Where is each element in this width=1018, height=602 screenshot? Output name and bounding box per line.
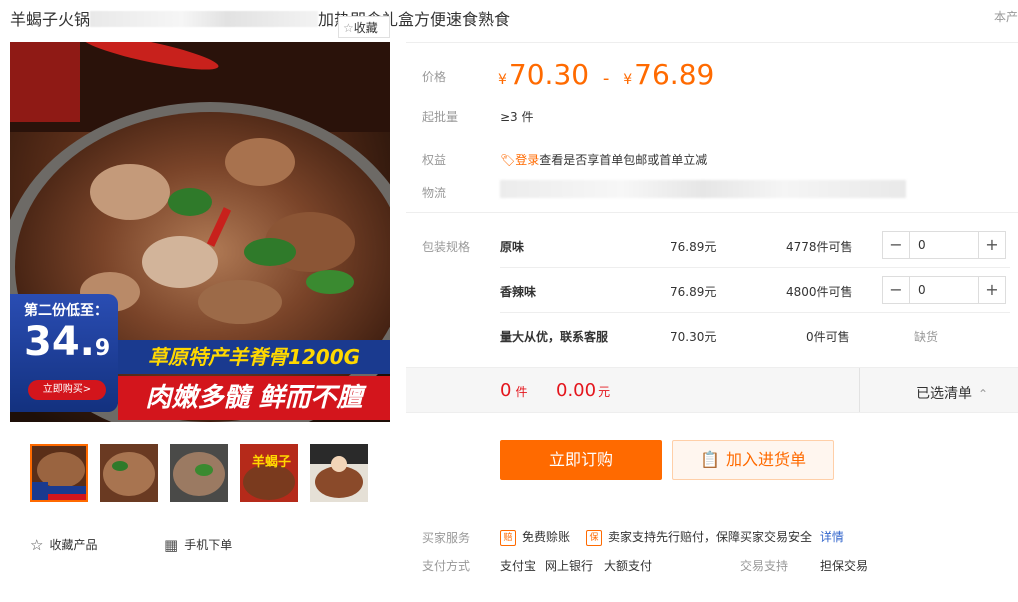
- price-high: ¥76.89: [623, 58, 715, 91]
- payment-large: 大额支付: [604, 559, 653, 573]
- divider: [406, 212, 1018, 213]
- price-label: 价格: [422, 70, 447, 84]
- spec-row-stock: 0件可售: [806, 330, 850, 344]
- qrcode-icon: ▦: [164, 536, 179, 554]
- spec-label: 包装规格: [422, 240, 471, 254]
- order-now-button[interactable]: 立即订购: [500, 440, 662, 480]
- promo-banner-2: 肉嫩多髓 鲜而不膻: [118, 376, 390, 420]
- thumbnail[interactable]: [310, 444, 368, 502]
- details-link[interactable]: 详情: [820, 530, 844, 544]
- services-label: 买家服务: [422, 531, 471, 545]
- coupon-icon: 🏷: [500, 153, 516, 167]
- divider: [859, 368, 860, 412]
- payment-netbank: 网上银行: [545, 559, 594, 573]
- star-outline-icon: ☆: [30, 536, 44, 554]
- minus-button[interactable]: −: [883, 232, 909, 258]
- svg-text:羊蝎子: 羊蝎子: [252, 454, 291, 470]
- spec-row-price: 76.89元: [670, 285, 717, 299]
- service-guarantee: 保卖家支持先行赔付，保障买家交易安全 详情: [586, 528, 844, 546]
- trade-value: 担保交易: [820, 559, 869, 573]
- price-range: ¥70.30 - ¥76.89: [498, 58, 715, 91]
- spec-row-price: 76.89元: [670, 240, 717, 254]
- quantity-stepper[interactable]: − 0 +: [882, 231, 1006, 259]
- thumbnail[interactable]: [170, 444, 228, 502]
- moq-value: ≥3 件: [500, 110, 534, 124]
- thumbnail[interactable]: 羊蝎子: [240, 444, 298, 502]
- selected-amount: 0.00 元: [556, 380, 611, 401]
- mobile-order[interactable]: ▦ 手机下单: [164, 536, 232, 554]
- service-credit: 赔免费赊账: [500, 528, 570, 546]
- divider: [406, 42, 1018, 43]
- title-prefix: 羊蝎子火锅: [10, 10, 91, 29]
- spec-row-name: 量大从优，联系客服: [500, 330, 609, 344]
- origin-label: 本产: [993, 10, 1018, 24]
- spec-row-stock: 4778件可售: [786, 240, 853, 254]
- logistics-redacted: [500, 180, 906, 198]
- shield-icon: 保: [586, 530, 602, 546]
- divider: [500, 312, 1010, 313]
- plus-button[interactable]: +: [979, 277, 1005, 303]
- out-of-stock: 缺货: [914, 330, 939, 344]
- title-redacted: [90, 11, 319, 27]
- spec-row-name: 香辣味: [500, 285, 537, 299]
- chevron-up-icon: ⌃: [978, 387, 989, 401]
- price-low: ¥70.30: [498, 58, 590, 91]
- plus-button[interactable]: +: [979, 232, 1005, 258]
- divider: [500, 267, 1010, 268]
- payment-alipay: 支付宝: [500, 559, 537, 573]
- spec-row-price: 70.30元: [670, 330, 717, 344]
- credit-icon: 赔: [500, 530, 516, 546]
- payment-label: 支付方式: [422, 559, 471, 573]
- promo-price-card: 第二份低至： 34.9 立即购买>: [10, 294, 118, 412]
- logistics-label: 物流: [422, 186, 447, 200]
- minus-button[interactable]: −: [883, 277, 909, 303]
- quantity-input[interactable]: 0: [909, 277, 979, 303]
- main-product-image[interactable]: 第二份低至： 34.9 立即购买> 草原特产羊脊骨1200G 肉嫩多髓 鲜而不膻: [10, 42, 390, 422]
- quantity-input[interactable]: 0: [909, 232, 979, 258]
- product-title: 羊蝎子火锅 加热即食礼盒方便速食熟食: [10, 6, 510, 30]
- spec-row-name: 原味: [500, 240, 525, 254]
- quantity-stepper[interactable]: − 0 +: [882, 276, 1006, 304]
- spec-row-stock: 4800件可售: [786, 285, 853, 299]
- thumbnail[interactable]: [30, 444, 88, 502]
- promo-big-price: 34.9: [24, 319, 111, 365]
- rights-label: 权益: [422, 153, 447, 167]
- promo-line: 第二份低至：: [24, 303, 108, 319]
- promo-buy-button: 立即购买>: [28, 380, 106, 400]
- rights-info: 🏷登录查看是否享首单包邮或首单立减: [500, 153, 708, 167]
- favorite-chip[interactable]: ☆收藏: [338, 16, 390, 38]
- trade-label: 交易支持: [740, 559, 789, 573]
- moq-label: 起批量: [422, 110, 459, 124]
- thumbnail[interactable]: [100, 444, 158, 502]
- selected-count: 0件: [500, 380, 528, 401]
- favorite-product[interactable]: ☆ 收藏产品: [30, 536, 97, 554]
- promo-banner-1: 草原特产羊脊骨1200G: [118, 340, 390, 374]
- add-to-cart-button[interactable]: 📋 加入进货单: [672, 440, 834, 480]
- selected-list-toggle[interactable]: 已选清单 ⌃: [916, 383, 988, 403]
- star-icon: ☆: [343, 21, 354, 35]
- clipboard-icon: 📋: [700, 450, 720, 469]
- login-link[interactable]: 登录: [515, 153, 539, 167]
